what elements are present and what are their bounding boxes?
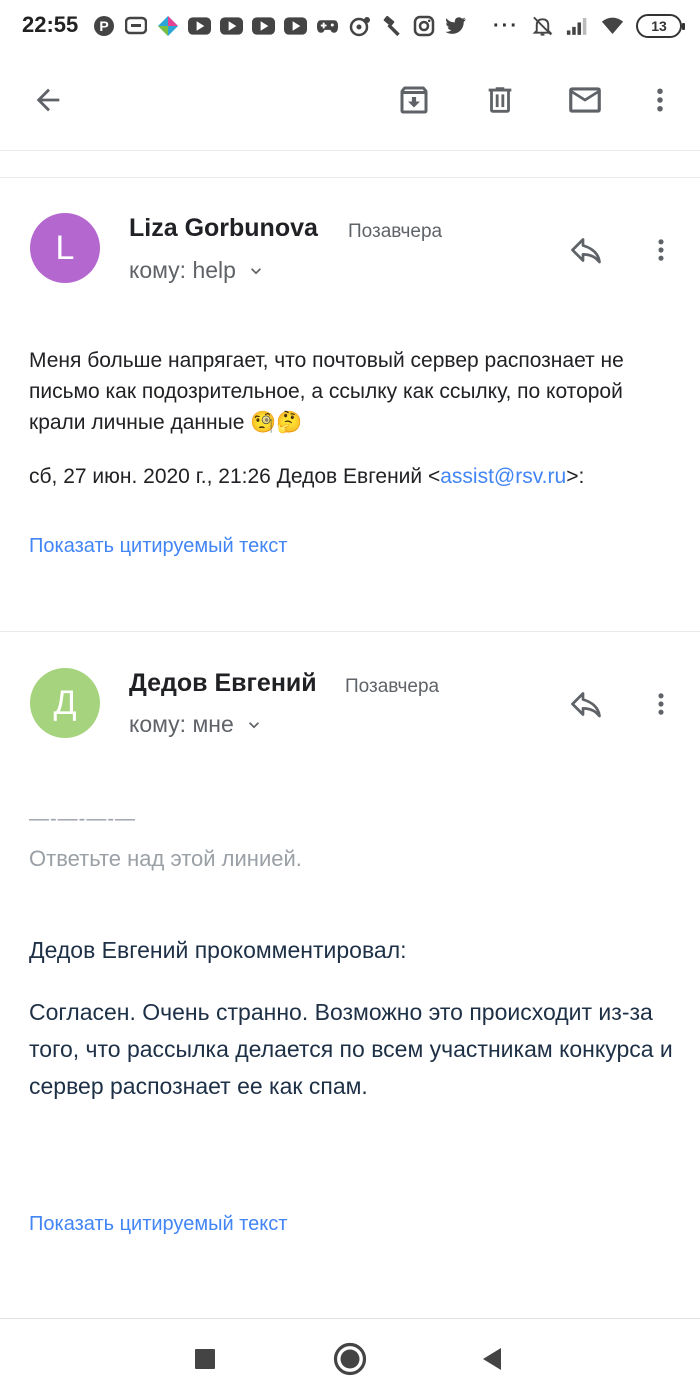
wifi-icon — [601, 15, 624, 37]
back-nav-button[interactable] — [472, 1339, 512, 1379]
more-vert-icon — [658, 239, 664, 261]
reply-icon — [571, 238, 601, 264]
quote-header: сб, 27 июн. 2020 г., 21:26 Дедов Евгений… — [29, 461, 679, 492]
arrow-back-icon — [36, 88, 60, 112]
quote-header-prefix: сб, 27 июн. 2020 г., 21:26 Дедов Евгений… — [29, 465, 441, 488]
circle-icon — [333, 1342, 367, 1376]
message-more-button[interactable] — [637, 680, 685, 728]
chevron-down-icon — [248, 721, 259, 728]
reply-hint: Ответьте над этой линией. — [29, 846, 302, 871]
recipient-label: кому: мне — [129, 711, 234, 737]
notification-icons: P — [92, 14, 467, 38]
home-button[interactable] — [330, 1339, 370, 1379]
message-date: Позавчера — [345, 676, 440, 697]
navigation-bar — [0, 1318, 700, 1400]
svg-text:P: P — [99, 18, 108, 34]
email-link[interactable]: assist@rsv.ru — [440, 465, 566, 488]
mark-unread-button[interactable] — [559, 74, 611, 126]
recipient-label: кому: help — [129, 257, 236, 283]
recipient-details[interactable]: кому: мне — [129, 711, 264, 738]
chevron-down-icon — [250, 267, 261, 274]
reply-button[interactable] — [562, 226, 610, 274]
message-more-button[interactable] — [637, 226, 685, 274]
more-vert-icon — [658, 693, 664, 715]
chat-icon — [124, 15, 147, 37]
more-vert-icon — [657, 88, 663, 112]
toolbar-divider — [0, 150, 700, 151]
back-button[interactable] — [22, 74, 74, 126]
show-quoted-text-link[interactable]: Показать цитируемый текст — [29, 535, 287, 558]
recents-button[interactable] — [185, 1339, 225, 1379]
avatar[interactable]: Д — [30, 668, 100, 738]
instagram-icon — [412, 15, 435, 37]
system-icons: ··· 13 — [493, 12, 685, 40]
battery-indicator: 13 — [636, 14, 685, 38]
reply-button[interactable] — [562, 680, 610, 728]
app-icon — [156, 15, 179, 37]
quote-header-suffix: >: — [566, 465, 585, 488]
message-date: Позавчера — [348, 221, 443, 242]
more-notifications-icon: ··· — [493, 14, 519, 37]
reply-separator-line: —-—-—-— — [29, 808, 136, 830]
triangle-back-icon — [483, 1348, 501, 1370]
reply-icon — [571, 692, 601, 718]
hammer-icon — [380, 15, 403, 37]
message-header[interactable]: Д Дедов Евгений Позавчера кому: мне — [0, 631, 700, 751]
archive-icon — [400, 86, 428, 114]
archive-button[interactable] — [388, 74, 440, 126]
commented-label: Дедов Евгений прокомментировал: — [29, 937, 407, 963]
message-header[interactable]: L Liza Gorbunova Позавчера кому: help — [0, 177, 700, 297]
status-bar: 22:55 P ··· 13 — [0, 0, 700, 52]
avatar[interactable]: L — [30, 213, 100, 283]
delete-button[interactable] — [474, 74, 526, 126]
square-icon — [195, 1349, 215, 1369]
sender-name: Дедов Евгений — [129, 669, 317, 697]
show-quoted-text-link[interactable]: Показать цитируемый текст — [29, 1213, 287, 1236]
twitter-icon — [444, 15, 467, 37]
gamepad-icon — [316, 15, 339, 37]
comment-body: Согласен. Очень странно. Возможно это пр… — [29, 999, 673, 1099]
toolbar — [0, 52, 700, 150]
vinyl-icon — [348, 15, 371, 37]
trash-icon — [488, 87, 512, 113]
status-time: 22:55 — [22, 12, 79, 37]
youtube-icon — [188, 15, 211, 37]
youtube-icon — [252, 15, 275, 37]
mail-icon — [569, 87, 601, 113]
youtube-icon — [284, 15, 307, 37]
message-body: Меня больше напрягает, что почтовый серв… — [29, 349, 624, 434]
signal-icon — [566, 15, 589, 37]
recipient-details[interactable]: кому: help — [129, 257, 266, 284]
mute-icon — [531, 15, 554, 37]
more-options-button[interactable] — [634, 74, 686, 126]
pinterest-icon: P — [92, 15, 115, 37]
sender-name: Liza Gorbunova — [129, 214, 318, 242]
youtube-icon — [220, 15, 243, 37]
